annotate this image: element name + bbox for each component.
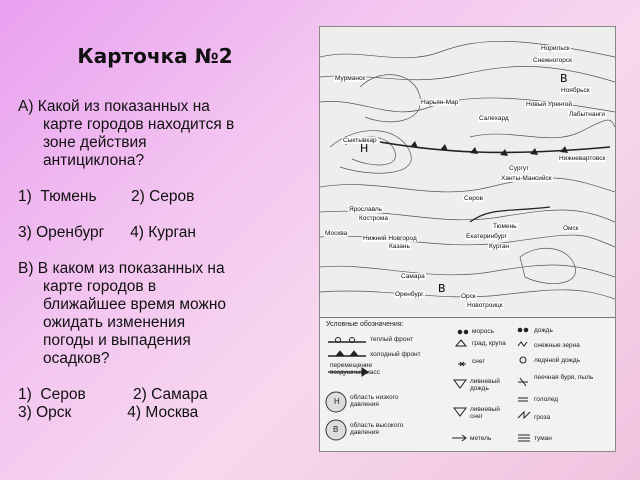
question-b-line4: ожидать изменения bbox=[43, 314, 186, 331]
questions-block: А) Какой из показанных на карте городов … bbox=[18, 98, 288, 422]
question-b-options-1: 1) Серов 2) Самара bbox=[18, 386, 208, 403]
legend-h-symbol: Н bbox=[334, 397, 340, 406]
city-label: Казань bbox=[388, 243, 411, 250]
legend-item: туман bbox=[534, 435, 552, 442]
legend-item: град, крупа bbox=[472, 340, 506, 347]
question-b-line5: погоды и выпадения bbox=[43, 332, 191, 349]
legend-b-symbol: В bbox=[333, 425, 339, 434]
legend-item: область низкого давления bbox=[350, 394, 399, 408]
legend-item: ледяной дождь bbox=[534, 357, 581, 364]
city-label: Самара bbox=[400, 273, 426, 280]
question-a: А) Какой из показанных на карте городов … bbox=[18, 98, 288, 170]
question-b-line3: ближайшее время можно bbox=[43, 296, 226, 313]
question-b-line6: осадков? bbox=[43, 350, 110, 367]
legend-item: перемещение воздушных масс bbox=[330, 362, 380, 376]
high-pressure-label: В bbox=[560, 72, 568, 85]
city-label: Орск bbox=[460, 293, 477, 300]
legend-item: ливневый снег bbox=[470, 406, 500, 420]
card-title: Карточка №2 bbox=[77, 44, 233, 68]
legend-item: снег bbox=[472, 358, 485, 365]
city-label: Ярославль bbox=[348, 206, 384, 213]
city-label: Нарьян-Мар bbox=[420, 99, 460, 106]
question-b-line1: В) В каком из показанных на bbox=[18, 260, 225, 277]
city-label: Лабытнанги bbox=[568, 111, 607, 118]
city-label: Екатеринбург bbox=[465, 233, 508, 240]
city-label: Тюмень bbox=[492, 223, 518, 230]
legend-item: ливневый дождь bbox=[470, 378, 500, 392]
city-label: Мурманск bbox=[334, 75, 367, 82]
map-legend: Условные обозначения: Н В теплый фронт х… bbox=[320, 317, 615, 451]
question-a-line4: антициклона? bbox=[43, 152, 145, 169]
legend-item: гололед bbox=[534, 396, 559, 403]
question-a-options-1: 1) Тюмень 2) Серов bbox=[18, 188, 195, 205]
synoptic-map: В В Н Норильск Снежногорск Мурманск Нарь… bbox=[320, 27, 615, 317]
legend-item: область высокого давления bbox=[350, 422, 404, 436]
legend-item: гроза bbox=[534, 414, 551, 421]
isobars-svg: В В Н bbox=[320, 41, 615, 300]
legend-item: теплый фронт bbox=[370, 336, 414, 343]
legend-item: дождь bbox=[534, 327, 553, 334]
city-label: Ханты-Мансийск bbox=[500, 175, 553, 182]
city-label: Курган bbox=[488, 243, 511, 250]
high-pressure-label: В bbox=[438, 282, 446, 295]
city-label: Нижний Новгород bbox=[362, 235, 418, 242]
question-a-options-2: 3) Оренбург 4) Курган bbox=[18, 224, 196, 241]
city-label: Москва bbox=[324, 230, 349, 237]
question-a-line3: зоне действия bbox=[43, 134, 147, 151]
city-label: Сыктывкар bbox=[342, 137, 378, 144]
city-label: Кострома bbox=[358, 215, 389, 222]
legend-item: пеечная буря, пыль bbox=[534, 374, 594, 381]
city-label: Салехард bbox=[478, 115, 510, 122]
city-label: Новый Уренгой bbox=[525, 101, 574, 108]
city-label: Оренбург bbox=[394, 291, 425, 298]
legend-item: снежные зерна bbox=[534, 342, 580, 349]
city-label: Нижневартовск bbox=[558, 155, 607, 162]
legend-item: холодный фронт bbox=[370, 351, 421, 358]
question-a-line1: А) Какой из показанных на bbox=[18, 98, 210, 115]
city-label: Серов bbox=[463, 195, 484, 202]
question-b-line2: карте городов в bbox=[43, 278, 157, 295]
question-b: В) В каком из показанных на карте городо… bbox=[18, 260, 288, 368]
legend-item: метель bbox=[470, 435, 492, 442]
city-label: Снежногорск bbox=[532, 57, 573, 64]
city-label: Омск bbox=[562, 225, 580, 232]
city-label: Сургут bbox=[508, 165, 531, 172]
legend-item: морось bbox=[472, 328, 494, 335]
question-a-line2: карте городов находится в bbox=[43, 116, 235, 133]
weather-map-image: В В Н Норильск Снежногорск Мурманск Нарь… bbox=[319, 26, 616, 452]
city-label: Норильск bbox=[540, 45, 571, 52]
question-b-options-2: 3) Орск 4) Москва bbox=[18, 404, 199, 421]
city-label: Ноябрьск bbox=[560, 87, 591, 94]
city-label: Новотроицк bbox=[466, 302, 504, 309]
